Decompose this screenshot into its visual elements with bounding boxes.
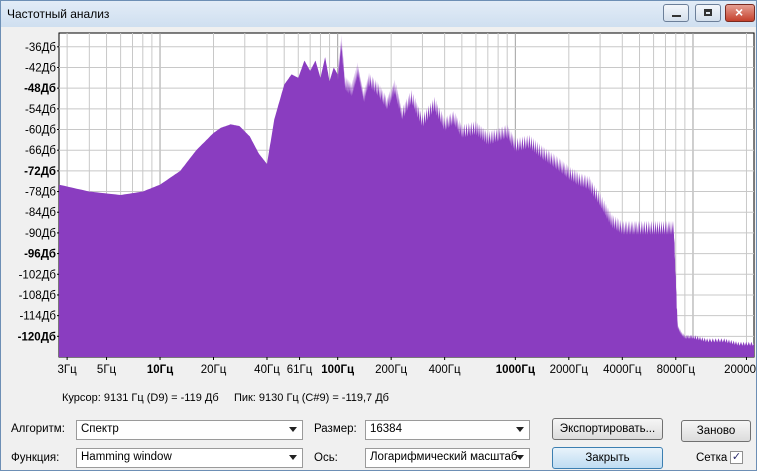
x-tick-label: 8000Гц — [657, 364, 696, 376]
x-tick-label: 200Гц — [375, 364, 407, 376]
y-tick-label: -84Дб — [25, 207, 56, 219]
y-tick-label: -42Дб — [25, 62, 56, 74]
x-tick-label: 5Гц — [97, 364, 117, 376]
y-tick-label: -96Дб — [24, 249, 56, 261]
maximize-icon — [704, 9, 712, 16]
peak-readout: Пик: 9130 Гц (C#9) = -119,7 Дб — [233, 392, 389, 404]
close-icon: × — [735, 4, 744, 20]
size-value: 16384 — [370, 423, 402, 435]
y-tick-label: -72Дб — [24, 166, 56, 178]
algorithm-value: Спектр — [81, 423, 119, 435]
x-tick-label: 40Гц — [254, 364, 280, 376]
x-tick-label: 1000Гц — [496, 364, 535, 376]
maximize-button[interactable] — [695, 4, 721, 22]
y-tick-label: -48Дб — [24, 83, 56, 95]
x-tick-label: 3Гц — [58, 364, 78, 376]
y-tick-label: -90Дб — [25, 228, 56, 240]
x-tick-label: 100Гц — [321, 364, 354, 376]
y-tick-label: -36Дб — [25, 42, 56, 54]
y-tick-label: -102Дб — [19, 269, 57, 281]
grid-checkbox[interactable]: ✓ — [730, 451, 743, 464]
checkmark-icon: ✓ — [731, 451, 742, 463]
chevron-down-icon — [289, 427, 297, 432]
y-tick-label: -66Дб — [25, 145, 56, 157]
axis-value: Логарифмический масштаб — [370, 451, 518, 463]
cursor-readout: Курсор: 9131 Гц (D9) = -119 Дб — [62, 392, 219, 404]
x-tick-label: 400Гц — [429, 364, 461, 376]
window-title: Частотный анализ — [7, 7, 110, 21]
y-tick-label: -108Дб — [19, 290, 57, 302]
size-select[interactable]: 16384 — [365, 420, 530, 440]
x-tick-label: 61Гц — [287, 364, 313, 376]
spectrum-chart[interactable]: -36Дб -42Дб -48Дб -54Дб -60Дб -66Дб -72Дб -78Дб… — [1, 27, 756, 381]
chevron-down-icon — [516, 427, 524, 432]
function-value: Hamming window — [81, 451, 172, 463]
replot-button[interactable]: Заново — [681, 420, 751, 442]
y-tick-label: -120Дб — [18, 331, 56, 343]
algorithm-select[interactable]: Спектр — [76, 420, 303, 440]
x-tick-label: 4000Гц — [603, 364, 642, 376]
x-tick-label: 2000Гц — [550, 364, 589, 376]
y-tick-label: -54Дб — [25, 104, 56, 116]
title-bar: Частотный анализ × — [1, 1, 756, 27]
size-label: Размер: — [314, 423, 357, 435]
x-tick-label: 10Гц — [147, 364, 173, 376]
y-tick-label: -114Дб — [19, 311, 56, 323]
status-line: Курсор: 9131 Гц (D9) = -119 Дб Пик: 9130… — [62, 392, 389, 404]
algorithm-label: Алгоритм: — [11, 423, 65, 435]
close-window-button[interactable]: × — [725, 4, 755, 22]
minimize-button[interactable] — [663, 4, 689, 22]
grid-label: Сетка — [696, 452, 728, 464]
axis-label: Ось: — [314, 452, 338, 464]
y-tick-label: -78Дб — [25, 187, 56, 199]
chevron-down-icon — [516, 455, 524, 460]
function-label: Функция: — [11, 452, 60, 464]
x-tick-label: 20000Гц — [724, 364, 756, 376]
export-button[interactable]: Экспортировать... — [552, 418, 663, 440]
close-button[interactable]: Закрыть — [552, 447, 663, 469]
function-select[interactable]: Hamming window — [76, 448, 303, 468]
minimize-icon — [672, 15, 681, 17]
x-tick-label: 20Гц — [201, 364, 227, 376]
y-tick-label: -60Дб — [25, 125, 56, 137]
axis-select[interactable]: Логарифмический масштаб — [365, 448, 530, 468]
frequency-analysis-window: Частотный анализ × -36Дб -42Дб -48Дб -54Дб -… — [0, 0, 757, 471]
spectrum-plot[interactable]: -36Дб -42Дб -48Дб -54Дб -60Дб -66Дб -72Дб -78Дб… — [1, 27, 756, 381]
chevron-down-icon — [289, 455, 297, 460]
